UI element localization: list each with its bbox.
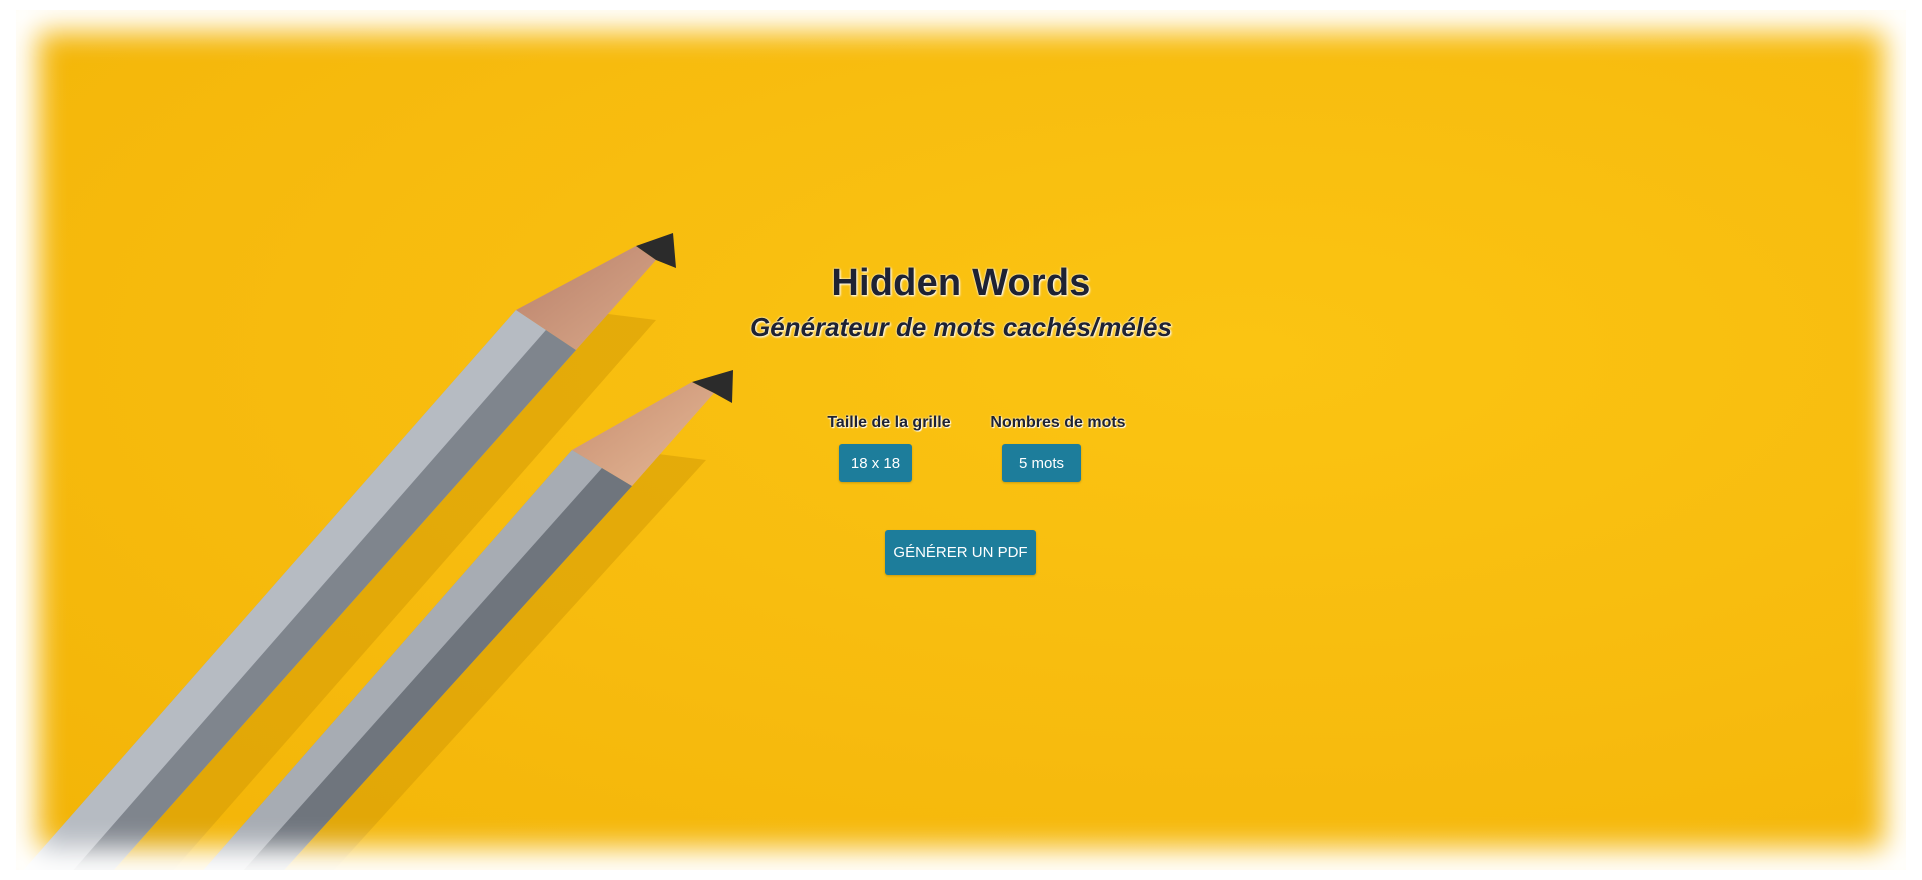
page-title: Hidden Words (831, 262, 1091, 304)
word-count-label: Nombres de mots (990, 414, 1126, 431)
grid-size-button[interactable]: 18 x 18 (839, 444, 912, 482)
grid-size-label: Taille de la grille (827, 414, 951, 431)
hero-banner: Hidden Words Générateur de mots cachés/m… (16, 10, 1906, 870)
hero-content: Hidden Words Générateur de mots cachés/m… (16, 10, 1906, 870)
word-count-button[interactable]: 5 mots (1002, 444, 1081, 482)
page: Hidden Words Générateur de mots cachés/m… (0, 0, 1922, 880)
generate-pdf-button[interactable]: GÉNÉRER UN PDF (885, 530, 1036, 575)
page-subtitle: Générateur de mots cachés/mélés (750, 312, 1172, 342)
